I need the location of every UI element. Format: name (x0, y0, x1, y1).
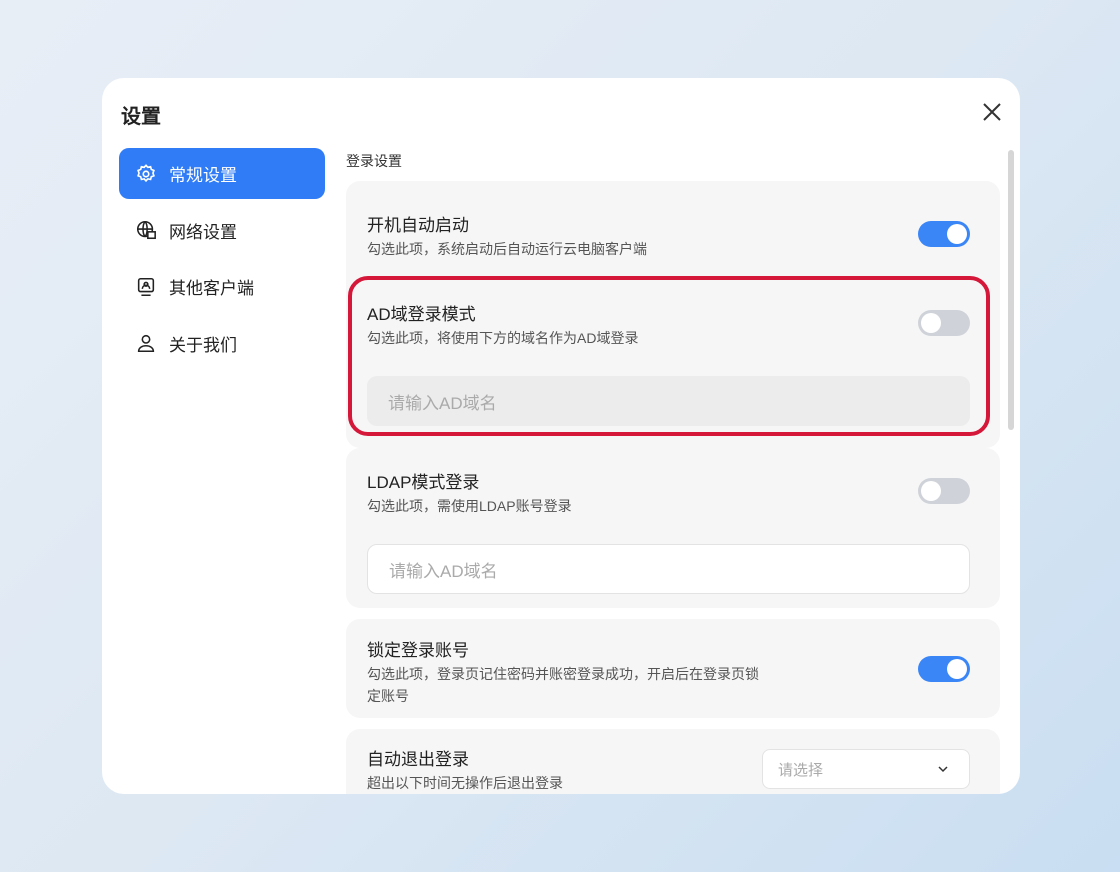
sidebar-item-other-clients[interactable]: 其他客户端 (119, 261, 325, 312)
settings-dialog: 设置 常规设置 网络设置 其他客户端 关于我们 登录设置 开机自动启动 勾选此项… (102, 78, 1020, 794)
chevron-down-icon (938, 766, 948, 773)
monitor-icon (137, 277, 155, 296)
highlight-box (348, 276, 990, 436)
ldap-domain-input[interactable]: 请输入AD域名 (367, 544, 970, 594)
sidebar-item-general[interactable]: 常规设置 (119, 148, 325, 199)
user-icon (137, 334, 155, 353)
sidebar-item-label: 网络设置 (169, 222, 237, 242)
dialog-title: 设置 (121, 106, 161, 128)
autologout-desc: 超出以下时间无操作后退出登录 (367, 775, 563, 791)
autologout-title: 自动退出登录 (367, 750, 469, 769)
ldap-desc: 勾选此项，需使用LDAP账号登录 (367, 498, 572, 514)
scrollbar[interactable] (1008, 150, 1014, 430)
sidebar-item-about[interactable]: 关于我们 (119, 318, 325, 369)
ldap-card: LDAP模式登录 勾选此项，需使用LDAP账号登录 请输入AD域名 (346, 448, 1000, 608)
lock-desc: 勾选此项，登录页记住密码并账密登录成功，开启后在登录页锁定账号 (367, 666, 759, 704)
ldap-toggle[interactable] (918, 478, 970, 504)
close-icon[interactable] (980, 100, 1004, 124)
autostart-title: 开机自动启动 (367, 216, 469, 235)
ldap-title: LDAP模式登录 (367, 473, 480, 492)
autologout-select[interactable]: 请选择 (762, 749, 970, 789)
select-placeholder: 请选择 (778, 761, 824, 779)
lock-toggle[interactable] (918, 656, 970, 682)
gear-icon (137, 163, 155, 182)
autostart-desc: 勾选此项，系统启动后自动运行云电脑客户端 (367, 241, 647, 257)
sidebar-nav: 常规设置 网络设置 其他客户端 关于我们 (119, 148, 325, 374)
lock-card: 锁定登录账号 勾选此项，登录页记住密码并账密登录成功，开启后在登录页锁定账号 (346, 619, 1000, 718)
autostart-toggle[interactable] (918, 221, 970, 247)
sidebar-item-label: 关于我们 (169, 335, 237, 355)
section-label: 登录设置 (346, 153, 402, 169)
sidebar-item-label: 常规设置 (169, 166, 237, 185)
lock-title: 锁定登录账号 (367, 641, 469, 660)
sidebar-item-network[interactable]: 网络设置 (119, 205, 325, 256)
globe-icon (136, 220, 156, 240)
sidebar-item-label: 其他客户端 (169, 279, 254, 298)
autologout-card: 自动退出登录 超出以下时间无操作后退出登录 请选择 (346, 729, 1000, 794)
